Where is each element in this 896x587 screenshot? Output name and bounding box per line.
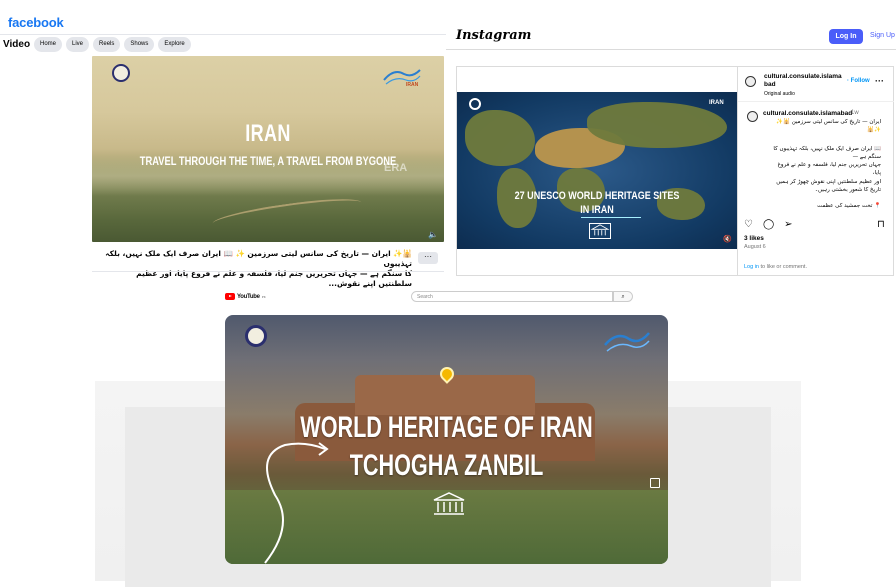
caption-line: سنگم ہے — (852, 154, 881, 160)
video-player[interactable]: WORLD HERITAGE OF IRAN TCHOGHA ZANBIL (225, 315, 668, 564)
nav-reels[interactable]: Reels (93, 37, 121, 52)
post-actions: ♡ ◯ ➢ (744, 219, 793, 230)
bookmark-icon[interactable]: ⊓ (877, 219, 885, 230)
mute-icon[interactable]: 🔇 (723, 235, 732, 243)
heart-icon[interactable]: ♡ (744, 219, 753, 230)
facebook-logo[interactable]: facebook (8, 15, 64, 30)
consulate-emblem-icon (245, 325, 267, 347)
region-code: PK (261, 294, 266, 299)
video-headline: WORLD HERITAGE OF IRAN (300, 411, 593, 444)
map-landmass (587, 102, 727, 148)
post-caption: 🕌✨ ایران — تاریخ کی سانس لیتی سرزمین ✨ 📖… (102, 249, 412, 289)
video-player[interactable]: IRAN IRAN TRAVEL THROUGH THE TIME, A TRA… (92, 56, 444, 242)
caption-line: ایران — تاریخ کی سانس لیتی سرزمین 🕌✨ (776, 119, 881, 125)
instagram-logo[interactable]: Instagram (456, 28, 531, 43)
caption-line: 🕌✨ ایران — تاریخ کی سانس لیتی سرزمین ✨ 📖… (105, 249, 412, 268)
consulate-emblem-icon (112, 64, 130, 82)
search-icon[interactable]: ⌕ (613, 291, 633, 302)
unesco-logo-icon (433, 492, 465, 515)
follow-button[interactable]: · Follow (847, 78, 870, 84)
section-title: Video (3, 39, 31, 50)
video-road (211, 193, 363, 233)
instagram-panel: Instagram Log In Sign Up IRAN 27 UNESCO … (446, 0, 896, 285)
search-input[interactable]: Search (411, 291, 613, 302)
likes-count[interactable]: 3 likes (744, 235, 764, 242)
caption-line: جہاں تحریریں جنم لیا، فلسفہ و علم نے فرو… (777, 162, 881, 168)
iran-brand-logo: IRAN (709, 100, 724, 106)
video-subheadline: TRAVEL THROUGH THE TIME, A TRAVEL FROM B… (139, 154, 397, 168)
post-divider (92, 271, 444, 272)
follow-label[interactable]: Follow (851, 78, 870, 84)
nav-home[interactable]: Home (34, 37, 63, 52)
more-options-icon[interactable]: ··· (875, 76, 884, 86)
avatar[interactable] (745, 76, 756, 87)
video-headline: 27 UNESCO WORLD HERITAGE SITES (514, 190, 680, 202)
share-icon[interactable]: ➢ (784, 219, 792, 230)
post-username[interactable]: cultural.consulate.islamabad (764, 73, 844, 89)
caption-line: 📍 تخت جمشید کی عظمت (817, 203, 881, 209)
svg-text:IRAN: IRAN (406, 82, 419, 88)
header-divider (0, 34, 446, 35)
caption-line: ✨🕌 (867, 127, 881, 133)
login-button[interactable]: Log In (829, 29, 863, 44)
youtube-panel: YouTube PK Search ⌕ WORLD HERITAGE OF IR… (95, 285, 801, 587)
video-subheadline: TCHOGHA ZANBIL (349, 449, 544, 482)
comment-icon[interactable]: ◯ (763, 219, 774, 230)
header-divider (446, 49, 896, 50)
login-prompt: Log in to like or comment. (744, 264, 807, 270)
video-subheadline-faded: ERA (384, 162, 408, 174)
youtube-logo-text: YouTube (237, 293, 260, 300)
volume-icon[interactable]: 🔈 (428, 230, 438, 239)
more-options-button[interactable]: ··· (418, 252, 438, 264)
caption-line: پایا، (872, 170, 881, 176)
consulate-emblem-icon (469, 98, 481, 110)
youtube-logo[interactable]: YouTube PK (225, 293, 266, 300)
title-underline (581, 217, 641, 218)
iran-brand-logo-icon (604, 332, 650, 352)
nav-explore[interactable]: Explore (158, 37, 191, 52)
map-landmass (465, 110, 535, 166)
unesco-logo-icon (589, 223, 611, 239)
fullscreen-icon[interactable] (650, 478, 660, 488)
post-video[interactable]: IRAN 27 UNESCO WORLD HERITAGE SITES IN I… (457, 92, 737, 249)
caption-line: اور عظیم سلطنتیں اپنی نقوش چھوڑ کر ہمیں (776, 179, 881, 185)
iran-brand-logo-icon: IRAN (383, 69, 421, 88)
nav-shows[interactable]: Shows (124, 37, 155, 52)
signup-link[interactable]: Sign Up (870, 32, 895, 39)
facebook-panel: facebook Video Home Live Reels Shows Exp… (0, 0, 446, 288)
youtube-play-icon (225, 293, 235, 300)
comment-time: 1w (851, 110, 859, 116)
post-date: August 6 (744, 244, 766, 250)
login-link[interactable]: Log in (744, 264, 759, 270)
caption-line: 📖 ایران صرف ایک ملک نہیں، بلکہ تہذیبوں ک… (773, 146, 881, 152)
comment-avatar[interactable] (747, 111, 758, 122)
caption-line: تاریخ کا شعور بخشتی رہیں۔ (814, 187, 881, 193)
nav-live[interactable]: Live (66, 37, 90, 52)
video-headline: IRAN (245, 120, 291, 147)
login-prompt-text: to like or comment. (759, 264, 807, 270)
audio-label[interactable]: Original audio (764, 91, 795, 97)
video-subheadline: IN IRAN (580, 204, 614, 216)
post-header-divider (738, 101, 894, 102)
comment-username[interactable]: cultural.consulate.islamabad (763, 110, 852, 117)
video-nav: Home Live Reels Shows Explore (34, 37, 191, 52)
sidebar-divider (737, 66, 738, 276)
